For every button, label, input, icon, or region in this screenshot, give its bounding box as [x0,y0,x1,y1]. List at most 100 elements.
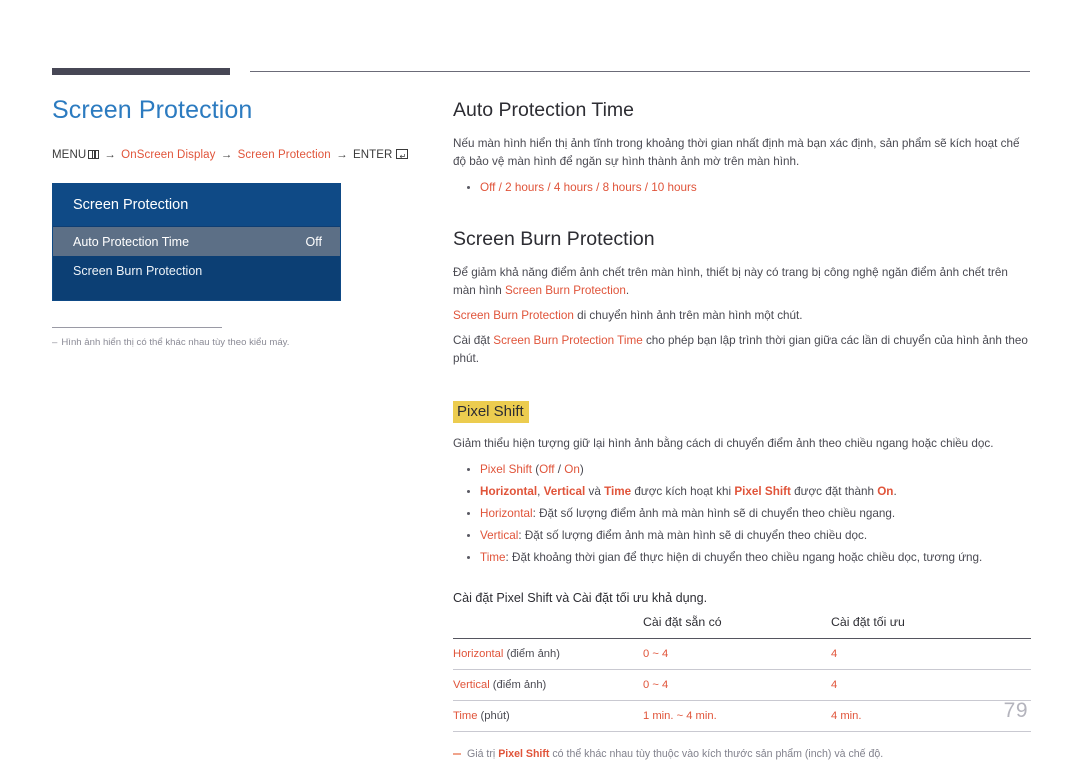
list-item: Off / 2 hours / 4 hours / 8 hours / 10 h… [453,178,1031,197]
row-unit: (điểm ảnh) [503,648,560,660]
enter-key-icon: ↵ [396,149,409,160]
sub-note-tail-3: . [893,485,897,498]
bullet-text-horizontal: : Đặt số lượng điểm ảnh mà màn hình sẽ d… [532,507,896,520]
breadcrumb-arrow-1: → [104,149,116,161]
heading-screen-burn-protection: Screen Burn Protection [453,228,655,250]
header-rule [250,71,1030,72]
pixel-shift-value-sep: / [554,463,565,476]
breadcrumb-step-onscreen-display[interactable]: OnScreen Display [121,149,215,161]
heading-auto-protection-time: Auto Protection Time [453,99,635,121]
table-header-optimal: Cài đặt tối ưu [831,615,905,629]
footnote-list: Giá trị Pixel Shift có thể khác nhau tùy… [453,746,1031,763]
sub-note-mid: và [585,485,605,498]
sub-note-term-vertical: Vertical [543,485,586,498]
bullet-text-vertical: : Đặt số lượng điểm ảnh mà màn hình sẽ d… [518,529,868,542]
row-term: Vertical [453,679,490,691]
sbp-p3-term: Screen Burn Protection Time [493,334,643,347]
note-divider [52,327,222,328]
header-accent-bar [52,68,230,75]
row-available-horizontal: 0 ~ 4 [643,638,831,670]
sub-note-term-time: Time [604,485,632,498]
list-item: Pixel Shift (Off / On) [453,460,1031,479]
table-header-row: Cài đặt sẵn có Cài đặt tối ưu [453,612,1031,639]
pixel-shift-bullet-list: Pixel Shift (Off / On) Horizontal, Verti… [453,460,1031,567]
osd-panel-filler [53,285,340,300]
footnote-1-b: có thể khác nhau tùy thuộc vào kích thướ… [549,748,884,760]
list-item: Vertical: Đặt số lượng điểm ảnh mà màn h… [453,526,1031,545]
row-unit: (phút) [477,710,510,722]
row-label-vertical: Vertical (điểm ảnh) [453,669,643,701]
pixel-shift-value-off: Off [539,463,555,476]
sub-note-term-pixel-shift: Pixel Shift [734,485,791,498]
osd-item-value: Off [305,234,322,249]
pixel-shift-description: Giảm thiểu hiện tượng giữ lại hình ảnh b… [453,437,994,450]
row-optimal-horizontal: 4 [831,638,1031,670]
footnote-1-term: Pixel Shift [498,748,550,760]
sbp-p2-text: di chuyển hình ảnh trên màn hình một chú… [573,309,803,322]
screen-burn-paragraph-1: Để giảm khả năng điểm ảnh chết trên màn … [453,264,1031,300]
pixel-shift-values-close: ) [579,463,584,476]
bullet-term-vertical: Vertical [480,529,519,542]
row-term: Time [453,710,478,722]
sub-note-tail-2: được đặt thành [790,485,878,498]
breadcrumb-arrow-2: → [220,149,233,161]
osd-item-label: Auto Protection Time [73,234,190,249]
right-column: Auto Protection Time Nếu màn hình hiển t… [453,98,1031,763]
left-column: Screen Protection MENU → OnScreen Display… [52,95,412,350]
row-term: Horizontal [453,648,504,660]
row-available-time: 1 min. ~ 4 min. [643,700,831,732]
sub-note-term-on: On [877,485,894,498]
row-optimal-vertical: 4 [831,669,1031,701]
footnote-1: Giá trị Pixel Shift có thể khác nhau tùy… [453,746,1031,762]
bullet-text-time: : Đặt khoảng thời gian để thực hiện di c… [505,551,983,564]
row-unit: (điểm ảnh) [489,679,547,691]
page-number: 79 [1003,699,1028,722]
footnote-1-a: Giá trị [467,748,499,760]
page-title: Screen Protection [52,96,253,124]
table-header-blank [453,612,643,639]
table-row: Vertical (điểm ảnh) 0 ~ 4 4 [453,669,1031,701]
pixel-shift-sub-note: Horizontal, Vertical và Time được kích h… [453,482,1031,501]
model-variation-note: ‒ Hình ảnh hiển thị có thể khác nhau tùy … [52,336,412,350]
screen-burn-paragraph-3: Cài đặt Screen Burn Protection Time cho … [453,332,1031,368]
bullet-term-horizontal: Horizontal [480,507,533,520]
sub-note-term-horizontal: Horizontal [480,485,538,498]
breadcrumb-menu-label: MENU [52,149,87,161]
pixel-shift-term: Pixel Shift [480,463,532,476]
pixel-shift-settings-table: Cài đặt sẵn có Cài đặt tối ưu Horizontal… [453,612,1031,732]
auto-protection-options: Off / 2 hours / 4 hours / 8 hours / 10 h… [480,181,697,194]
sbp-p1-term: Screen Burn Protection [504,284,626,297]
breadcrumb-step-screen-protection[interactable]: Screen Protection [238,149,331,161]
note-text: Hình ảnh hiển thị có thể khác nhau tùy t… [61,337,290,348]
table-lead-text: Cài đặt Pixel Shift và Cài đặt tối ưu kh… [453,591,708,605]
bullet-term-time: Time [480,551,506,564]
row-optimal-time: 4 min. [831,700,1031,732]
screen-burn-paragraph-2: Screen Burn Protection di chuyển hình ản… [453,307,1031,325]
osd-item-label: Screen Burn Protection [73,263,203,278]
breadcrumb-arrow-3: → [336,149,348,161]
heading-pixel-shift: Pixel Shift [453,401,529,423]
sbp-p2-term: Screen Burn Protection [453,309,574,322]
menu-grid-icon [88,150,100,159]
row-label-horizontal: Horizontal (điểm ảnh) [453,638,643,670]
osd-panel-title: Screen Protection [53,184,340,227]
list-item: Horizontal: Đặt số lượng điểm ảnh mà màn… [453,504,1031,523]
osd-item-auto-protection-time[interactable]: Auto Protection Time Off [53,227,340,256]
sbp-p3-text-a: Cài đặt [453,334,494,347]
sub-note-tail: được kích hoạt khi [631,485,735,498]
breadcrumb-enter-label: ENTER [352,149,393,161]
breadcrumb: MENU → OnScreen Display → Screen Protecti… [52,147,412,163]
osd-menu-panel: Screen Protection Auto Protection Time O… [52,183,341,301]
list-item: Time: Đặt khoảng thời gian để thực hiện … [453,548,1031,567]
table-row: Time (phút) 1 min. ~ 4 min. 4 min. [453,700,1031,732]
auto-protection-description: Nếu màn hình hiển thị ảnh tĩnh trong kho… [453,137,1020,168]
note-dash: ‒ [52,337,58,348]
table-row: Horizontal (điểm ảnh) 0 ~ 4 4 [453,638,1031,670]
osd-item-screen-burn-protection[interactable]: Screen Burn Protection [53,256,340,285]
row-available-vertical: 0 ~ 4 [643,669,831,701]
sbp-p1-text-b: . [625,284,630,297]
document-page: Screen Protection MENU → OnScreen Display… [0,0,1080,763]
auto-protection-options-list: Off / 2 hours / 4 hours / 8 hours / 10 h… [453,178,1031,197]
table-header-available: Cài đặt sẵn có [643,615,722,629]
pixel-shift-value-on: On [564,463,580,476]
